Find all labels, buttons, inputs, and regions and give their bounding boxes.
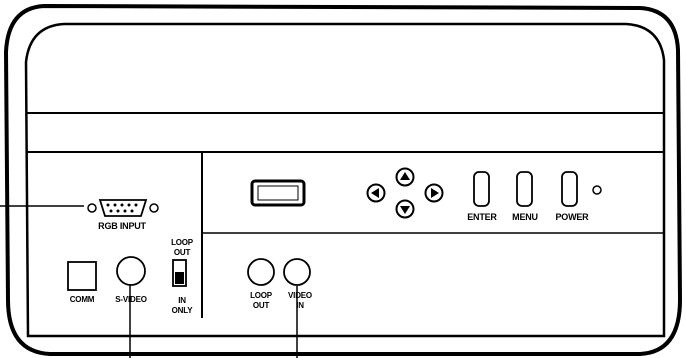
menu-label: MENU <box>512 212 538 222</box>
s-video-jack[interactable] <box>116 256 146 286</box>
housing-outline <box>3 3 683 356</box>
loop-out-switch[interactable] <box>172 259 187 287</box>
right-arrow-button[interactable] <box>424 183 444 203</box>
enter-button[interactable] <box>473 171 490 207</box>
loop-out-jack-label-top: LOOP <box>250 291 273 300</box>
power-indicator-led <box>592 185 602 195</box>
video-in-jack[interactable] <box>283 258 311 286</box>
video-in-label-bottom: IN <box>296 301 304 310</box>
front-panel-outline <box>24 22 666 338</box>
rgb-input-label: RGB INPUT <box>98 221 146 231</box>
display-window <box>250 179 306 207</box>
left-arrow-button[interactable] <box>366 183 386 203</box>
loop-out-jack-label-bottom: OUT <box>253 301 270 310</box>
in-only-label-top: IN <box>178 296 186 305</box>
in-only-label-bottom: ONLY <box>172 306 194 315</box>
power-button[interactable] <box>561 171 578 207</box>
comm-port[interactable] <box>67 261 97 291</box>
loop-out-jack[interactable] <box>247 258 275 286</box>
power-label: POWER <box>555 212 589 222</box>
s-video-label: S-VIDEO <box>115 295 147 304</box>
rgb-input-connector[interactable] <box>87 199 159 217</box>
enter-label: ENTER <box>467 212 497 222</box>
loop-out-switch-label-bottom: OUT <box>174 248 191 257</box>
up-arrow-button[interactable] <box>395 167 415 187</box>
down-arrow-button[interactable] <box>395 199 415 219</box>
video-in-label-top: VIDEO <box>288 291 312 300</box>
loop-out-switch-label-top: LOOP <box>171 238 194 247</box>
comm-label: COMM <box>70 295 95 304</box>
device-panel-diagram: RGB INPUT LOOP OUT IN ONLY COMM S-VIDEO … <box>0 3 683 358</box>
menu-button[interactable] <box>516 171 533 207</box>
